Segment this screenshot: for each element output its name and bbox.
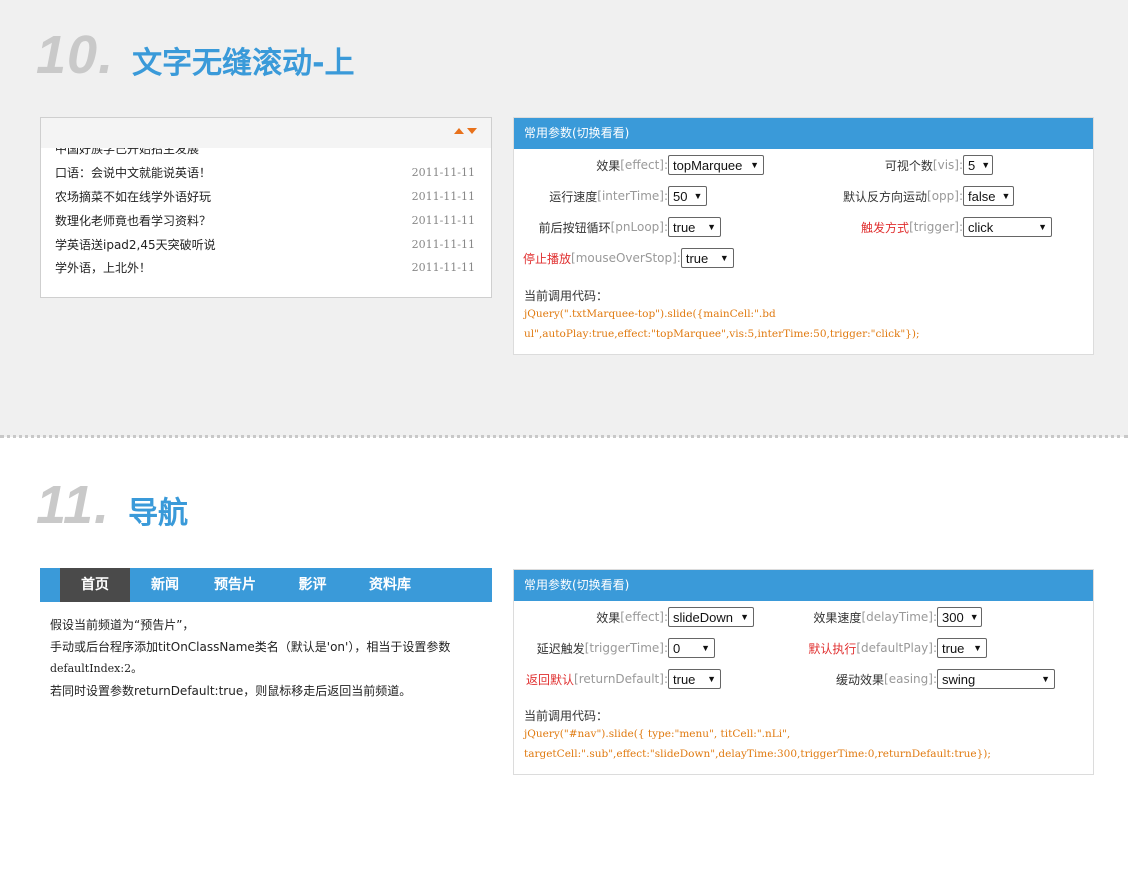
nav-item-home[interactable]: 首页 — [60, 568, 130, 602]
list-item-date: 2011-11-11 — [411, 166, 475, 180]
list-item-date: 2011-11-11 — [411, 213, 475, 227]
list-item-title[interactable]: 学英语送ipad2,45天突破听说 — [55, 236, 216, 253]
param-trigger: 触发方式 [trigger]: click ▼ — [861, 217, 1052, 237]
chevron-down-icon: ▼ — [707, 222, 716, 232]
marquee-list: 中国好族学已开始招生发展 口语：会说中文就能说英语！ 2011-11-11 农场摘… — [55, 148, 475, 280]
list-item-date: 2011-11-11 — [411, 189, 475, 203]
chevron-down-icon: ▼ — [719, 253, 729, 263]
list-item[interactable]: 口语：会说中文就能说英语！ 2011-11-11 — [55, 161, 475, 185]
nav-item-trailer[interactable]: 预告片 — [200, 568, 270, 602]
opp-select[interactable]: false ▼ — [963, 186, 1014, 206]
vis-select[interactable]: 5 ▼ — [963, 155, 993, 175]
list-item-title[interactable]: 口语：会说中文就能说英语！ — [55, 164, 211, 181]
chevron-down-icon: ▼ — [981, 160, 991, 170]
list-item-title[interactable]: 数理化老师竟也看学习资料？ — [55, 212, 211, 229]
section-10-heading: 10. 文字无缝滚动-上 — [36, 24, 355, 86]
param-triggertime: 延迟触发 [triggerTime]: 0 ▼ — [537, 638, 715, 658]
list-item[interactable]: 中国好族学已开始招生发展 — [55, 148, 475, 161]
chevron-down-icon: ▼ — [969, 612, 979, 622]
pnloop-select[interactable]: true ▼ — [668, 217, 721, 237]
param-defaultplay: 默认执行 [defaultPlay]: true ▼ — [808, 638, 987, 658]
list-item-date: 2011-11-11 — [411, 237, 475, 251]
code-snippet: jQuery("#nav").slide({ type:"menu", titC… — [524, 728, 991, 760]
marquee-box: 中国好族学已开始招生发展 口语：会说中文就能说英语！ 2011-11-11 农场摘… — [40, 117, 492, 298]
param-pnloop: 前后按钮循环 [pnLoop]: true ▼ — [539, 217, 721, 237]
list-item[interactable]: 学外语，上北外！ 2011-11-11 — [55, 256, 475, 280]
chevron-down-icon: ▼ — [1001, 191, 1011, 201]
section-11-heading: 11. 导航 — [36, 474, 188, 536]
code-snippet: jQuery(".txtMarquee-top").slide({mainCel… — [524, 308, 920, 340]
param-effect: 效果 [effect]: topMarquee ▼ — [596, 155, 764, 175]
list-item[interactable]: 学英语送ipad2,45天突破听说 2011-11-11 — [55, 232, 475, 256]
param-delaytime: 效果速度 [delayTime]: 300 ▼ — [813, 607, 982, 627]
code-label: 当前调用代码： — [524, 709, 609, 723]
trigger-select[interactable]: click ▼ — [963, 217, 1052, 237]
list-item-date: 2011-11-11 — [411, 261, 475, 275]
arrow-down-icon[interactable] — [467, 128, 477, 134]
chevron-down-icon: ▼ — [693, 191, 703, 201]
param-intertime: 运行速度 [interTime]: 50 ▼ — [549, 186, 707, 206]
code-label: 当前调用代码： — [524, 289, 609, 303]
marquee-header — [41, 118, 491, 148]
nav-bar: 首页 新闻 预告片 影评 资料库 — [40, 568, 492, 602]
nav-item-news[interactable]: 新闻 — [130, 568, 200, 602]
easing-select[interactable]: swing ▼ — [937, 669, 1055, 689]
list-item[interactable]: 数理化老师竟也看学习资料？ 2011-11-11 — [55, 208, 475, 232]
chevron-down-icon: ▼ — [750, 160, 759, 170]
delaytime-select[interactable]: 300 ▼ — [937, 607, 982, 627]
section-title: 文字无缝滚动-上 — [132, 46, 355, 81]
list-item-title[interactable]: 中国好族学已开始招生发展 — [55, 148, 199, 157]
effect-select[interactable]: slideDown ▼ — [668, 607, 754, 627]
returndefault-select[interactable]: true ▼ — [668, 669, 721, 689]
section-title: 导航 — [128, 496, 189, 531]
effect-select[interactable]: topMarquee ▼ — [668, 155, 764, 175]
list-item-title[interactable]: 学外语，上北外！ — [55, 259, 151, 276]
chevron-down-icon: ▼ — [973, 643, 982, 653]
nav-item-review[interactable]: 影评 — [270, 568, 355, 602]
chevron-down-icon: ▼ — [1038, 222, 1047, 232]
list-item[interactable]: 农场摘菜不如在线学外语好玩 2011-11-11 — [55, 185, 475, 209]
param-returndefault: 返回默认 [returnDefault]: true ▼ — [526, 669, 721, 689]
arrow-up-icon[interactable] — [454, 128, 464, 134]
section-divider — [0, 435, 1128, 438]
param-vis: 可视个数 [vis]: 5 ▼ — [885, 155, 993, 175]
param-opp: 默认反方向运动 [opp]: false ▼ — [843, 186, 1014, 206]
params-panel-11: 常用参数(切换看看) 效果 [effect]: slideDown ▼ 效果速度 [d… — [513, 569, 1094, 775]
nav-description: 假设当前频道为“预告片”， 手动或后台程序添加titOnClassName类名（… — [50, 618, 451, 698]
list-item-title[interactable]: 农场摘菜不如在线学外语好玩 — [55, 188, 211, 205]
triggertime-select[interactable]: 0 ▼ — [668, 638, 715, 658]
chevron-down-icon: ▼ — [1041, 674, 1050, 684]
panel-header: 常用参数(切换看看) — [514, 118, 1093, 149]
chevron-down-icon: ▼ — [707, 674, 716, 684]
params-panel-10: 常用参数(切换看看) 效果 [effect]: topMarquee ▼ 可视个数[… — [513, 117, 1094, 355]
intertime-select[interactable]: 50 ▼ — [668, 186, 707, 206]
section-number: 10. — [36, 25, 115, 85]
param-easing: 缓动效果 [easing]: swing ▼ — [836, 669, 1055, 689]
section-number: 11. — [36, 475, 111, 535]
mouseoverstop-select[interactable]: true ▼ — [680, 248, 734, 268]
marquee-arrows — [454, 128, 477, 134]
chevron-down-icon: ▼ — [740, 612, 749, 622]
nav-item-library[interactable]: 资料库 — [355, 568, 425, 602]
param-mouseoverstop: 停止播放 [mouseOverStop]: true ▼ — [523, 248, 734, 268]
chevron-down-icon: ▼ — [701, 643, 710, 653]
marquee-list-viewport: 中国好族学已开始招生发展 口语：会说中文就能说英语！ 2011-11-11 农场摘… — [41, 148, 491, 297]
param-effect: 效果 [effect]: slideDown ▼ — [596, 607, 754, 627]
panel-header: 常用参数(切换看看) — [514, 570, 1093, 601]
defaultplay-select[interactable]: true ▼ — [937, 638, 987, 658]
